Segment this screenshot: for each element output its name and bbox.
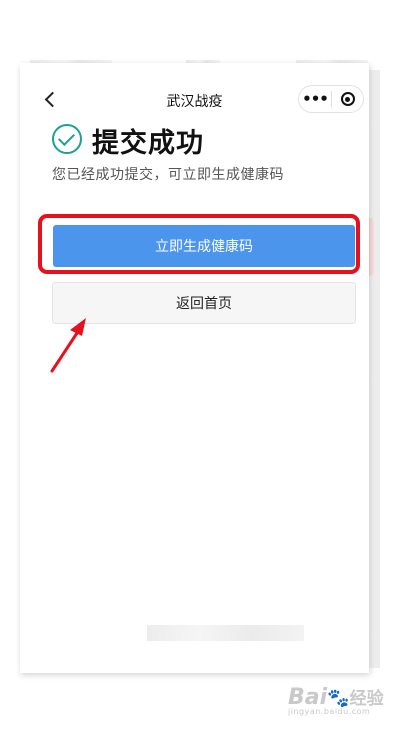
- watermark-suffix: 经验: [349, 689, 384, 709]
- target-icon: [340, 92, 355, 106]
- close-capsule-button[interactable]: [332, 92, 363, 106]
- return-home-button[interactable]: 返回首页: [52, 282, 356, 324]
- phone-screen: 武汉战疫 ••• 提交成功 您已经成功提交，可立即生成健康码 立即生成健康码 返…: [20, 63, 369, 673]
- more-icon[interactable]: •••: [299, 86, 331, 112]
- mini-program-capsule: •••: [298, 85, 364, 113]
- success-check-icon: [52, 124, 82, 154]
- watermark-url: jingyan.baidu.com: [288, 707, 371, 716]
- blurred-footer: [147, 625, 304, 641]
- success-title: 提交成功: [92, 128, 204, 159]
- navigation-bar: 武汉战疫 •••: [20, 85, 369, 117]
- baidu-watermark: Bai🐾经验 jingyan.baidu.com: [288, 684, 384, 716]
- red-highlight-box: [38, 214, 360, 274]
- success-subtitle: 您已经成功提交，可立即生成健康码: [52, 167, 284, 183]
- paw-icon: 🐾: [327, 688, 350, 709]
- screenshot-stage: 武汉战疫 ••• 提交成功 您已经成功提交，可立即生成健康码 立即生成健康码 返…: [0, 0, 403, 736]
